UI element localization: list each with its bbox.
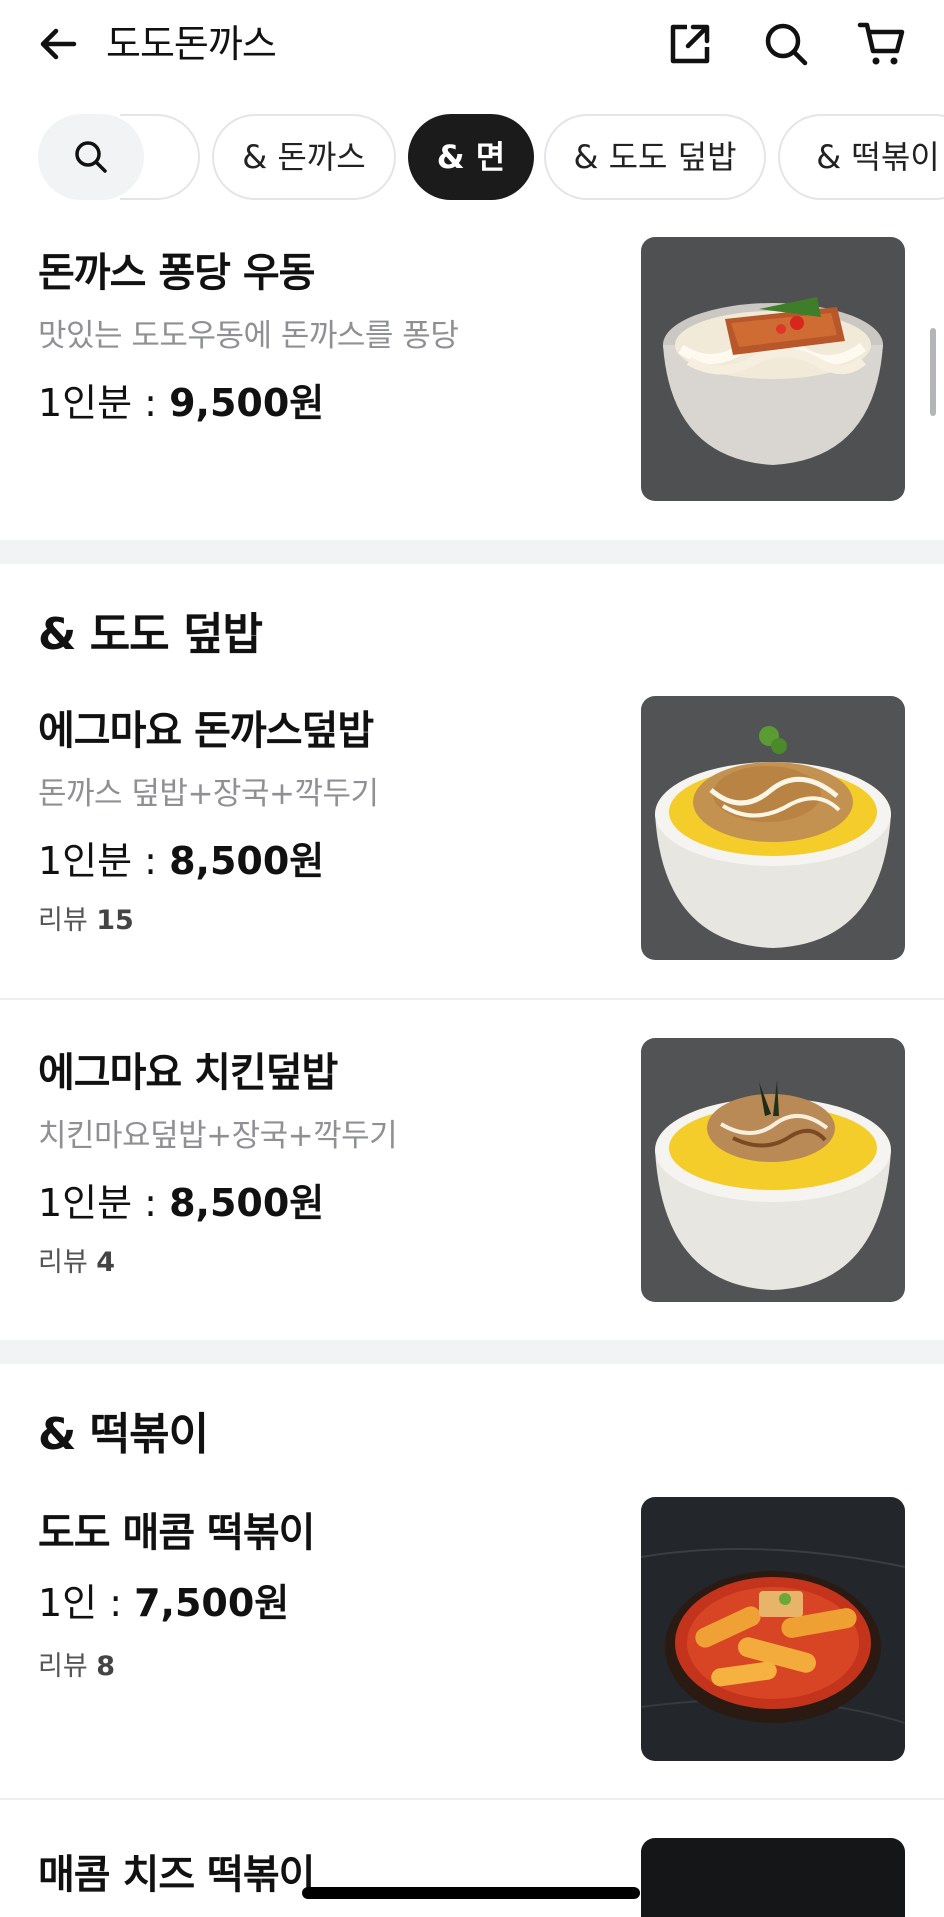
section-title: & 도도 덮밥	[38, 609, 263, 660]
menu-search-button[interactable]	[38, 114, 144, 200]
price-amount: 7,500원	[134, 1581, 290, 1625]
price-unit: 1인 :	[38, 1581, 135, 1625]
review-label: 리뷰	[38, 905, 97, 936]
menu-item-photo-cheese-tteokbokki	[641, 1838, 905, 1917]
menu-item-reviews: 리뷰 4	[38, 1240, 115, 1279]
search-icon	[765, 23, 808, 66]
menu-item-price: 1인 : 7,500원	[38, 1572, 289, 1627]
item-divider	[0, 1798, 944, 1800]
price-amount: 8,500원	[169, 839, 325, 883]
menu-item-price: 1인분 : 9,500원	[38, 372, 324, 427]
price-amount: 9,500원	[169, 381, 325, 425]
menu-item-photo-tteokbokki	[641, 1497, 905, 1761]
review-label: 리뷰	[38, 1247, 97, 1278]
price-unit: 1인분 :	[38, 381, 170, 425]
tab-tteokbokki[interactable]: & 떡볶이	[778, 114, 944, 200]
app-header: 도도돈까스	[0, 0, 944, 90]
menu-item-name: 도도 매콤 떡볶이	[38, 1510, 315, 1556]
home-indicator[interactable]	[302, 1887, 640, 1899]
menu-item-price: 1인분 : 8,500원	[38, 1172, 324, 1227]
section-title: & 떡볶이	[38, 1409, 209, 1460]
cart-icon	[857, 22, 905, 65]
menu-item-name: 매콤 치즈 떡볶이	[38, 1852, 315, 1898]
store-title: 도도돈까스	[106, 22, 277, 66]
menu-item-description: 맛있는 도도우동에 돈까스를 퐁당	[38, 318, 459, 354]
price-unit: 1인분 :	[38, 839, 170, 883]
menu-item-photo-egg-mayo-donkatsu	[641, 696, 905, 960]
section-divider	[0, 540, 944, 564]
review-label: 리뷰	[38, 1651, 97, 1682]
item-divider	[0, 998, 944, 1000]
review-count: 4	[96, 1247, 116, 1278]
tab-noodle[interactable]: & 면	[408, 114, 534, 200]
menu-item-photo-egg-mayo-chicken	[641, 1038, 905, 1302]
search-icon	[75, 141, 107, 173]
tab-dodo-deopbap[interactable]: & 도도 덮밥	[544, 114, 766, 200]
review-count: 8	[96, 1651, 116, 1682]
menu-item-reviews: 리뷰 8	[38, 1644, 115, 1683]
back-arrow-icon	[40, 28, 77, 60]
menu-item-reviews: 리뷰 15	[38, 898, 134, 937]
cart-button[interactable]	[852, 14, 912, 74]
back-button[interactable]	[30, 16, 86, 72]
menu-item-price: 1인분 : 8,500원	[38, 830, 324, 885]
menu-item-name: 에그마요 돈까스덮밥	[38, 708, 374, 754]
review-count: 15	[96, 905, 134, 936]
menu-item-name: 에그마요 치킨덮밥	[38, 1050, 338, 1096]
price-amount: 8,500원	[169, 1181, 325, 1225]
menu-item-photo-udon	[641, 237, 905, 501]
search-button[interactable]	[756, 14, 816, 74]
menu-item-description: 치킨마요덮밥+장국+깍두기	[38, 1118, 398, 1154]
price-unit: 1인분 :	[38, 1181, 170, 1225]
category-tab-bar: & 돈까스 & 면 & 도도 덮밥 & 떡볶이	[0, 112, 944, 202]
scrollbar-thumb[interactable]	[930, 328, 936, 416]
share-button[interactable]	[660, 14, 720, 74]
menu-item-name: 돈까스 퐁당 우동	[38, 250, 315, 296]
tab-donkkaseu[interactable]: & 돈까스	[212, 114, 396, 200]
section-divider	[0, 1340, 944, 1364]
menu-item-description: 돈까스 덮밥+장국+깍두기	[38, 776, 379, 812]
share-icon	[670, 24, 710, 64]
